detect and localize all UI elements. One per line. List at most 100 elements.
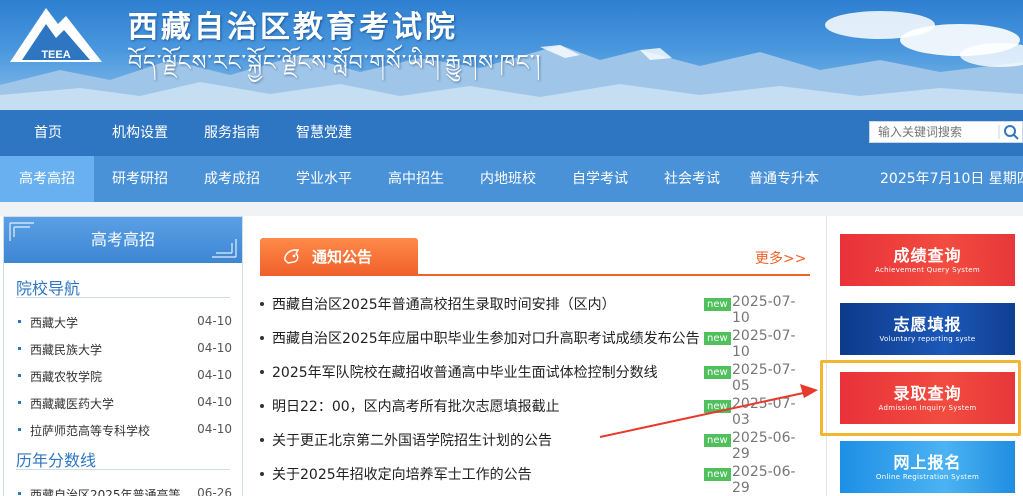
tab-upgrade-bachelor[interactable]: 普通专升本 <box>738 156 830 202</box>
school-name: 拉萨师范高等专科学校 <box>30 424 151 438</box>
notice-title: 通知公告 <box>312 248 373 266</box>
bullet-icon <box>260 438 264 442</box>
news-title: 关于更正北京第二外国语学院招生计划的公告 <box>272 433 552 449</box>
page: TEEA 西藏自治区教育考试院 བོད་ལྗོངས་རང་སྐྱོང་ལྗོངས… <box>0 0 1023 496</box>
sidebar-title: 高考高招 <box>90 230 155 249</box>
bullet-icon <box>18 492 21 495</box>
new-badge: new <box>704 366 731 379</box>
bullet-icon <box>18 428 21 431</box>
more-link[interactable]: 更多>> <box>755 248 806 268</box>
school-name: 西藏农牧学院 <box>30 370 103 384</box>
news-date: 2025-07-03 <box>732 396 796 428</box>
item-date: 04-10 <box>197 368 232 382</box>
tab-academic-level[interactable]: 学业水平 <box>278 156 370 202</box>
nav-party-building[interactable]: 智慧党建 <box>296 110 352 156</box>
new-badge: new <box>704 298 731 311</box>
new-badge: new <box>704 434 731 447</box>
section-score-lines: 历年分数线 <box>16 451 97 470</box>
new-badge: new <box>704 468 731 481</box>
news-item[interactable]: 明日22：00，区内高考所有批次志愿填报截止 new 2025-07-03 <box>260 394 812 428</box>
content-separator <box>0 202 1023 216</box>
item-date: 04-10 <box>197 341 232 355</box>
tab-gaokao[interactable]: 高考高招 <box>0 156 94 202</box>
news-date: 2025-07-10 <box>732 294 796 326</box>
left-sidebar: 高考高招 院校导航 西藏大学 04-10 西藏民族大学 04-10 西藏农牧学院… <box>3 216 243 496</box>
logo-mountain-icon: TEEA <box>10 8 102 62</box>
tab-self-study-exam[interactable]: 自学考试 <box>554 156 646 202</box>
bullet-icon <box>260 370 264 374</box>
news-item[interactable]: 关于更正北京第二外国语学院招生计划的公告 new 2025-06-29 <box>260 428 812 462</box>
news-item[interactable]: 2025年军队院校在藏招收普通高中毕业生面试体检控制分数线 new 2025-0… <box>260 360 812 394</box>
quicklink-subtitle: Online Registration System <box>875 473 980 481</box>
teea-logo[interactable]: TEEA <box>6 2 106 68</box>
score-item-title: 西藏自治区2025年普通高等... <box>30 488 190 496</box>
new-badge: new <box>704 400 731 413</box>
bullet-icon <box>18 401 21 404</box>
news-item[interactable]: 西藏自治区2025年应届中职毕业生参加对口升高职考试成绩发布公告 new 202… <box>260 326 812 360</box>
list-item[interactable]: 西藏农牧学院 04-10 <box>16 363 232 389</box>
site-subtitle-tibetan: བོད་ལྗོངས་རང་སྐྱོང་ལྗོངས་སློབ་གསོ་ཡིག་རྒ… <box>128 51 542 76</box>
bullet-icon <box>260 404 264 408</box>
tab-social-exam[interactable]: 社会考试 <box>646 156 738 202</box>
section-divider <box>16 469 230 470</box>
bullet-icon <box>260 336 264 340</box>
news-title: 西藏自治区2025年普通高校招生录取时间安排（区内） <box>272 297 616 313</box>
notice-underline <box>260 274 810 276</box>
search-box <box>869 121 1023 143</box>
quicklink-title: 成绩查询 <box>893 246 962 265</box>
list-item[interactable]: 西藏大学 04-10 <box>16 309 232 335</box>
bullet-icon <box>18 320 21 323</box>
news-date: 2025-07-10 <box>732 328 796 360</box>
school-name: 西藏大学 <box>30 316 79 330</box>
bullet-icon <box>260 302 264 306</box>
news-title: 2025年军队院校在藏招收普通高中毕业生面试体检控制分数线 <box>272 365 658 381</box>
news-date: 2025-06-29 <box>732 430 796 462</box>
sidebar-header: 高考高招 <box>4 217 242 263</box>
item-date: 04-10 <box>197 314 232 328</box>
logo-text: TEEA <box>41 49 70 61</box>
quicklink-title: 志愿填报 <box>893 315 962 334</box>
item-date: 06-26 <box>197 486 232 496</box>
notice-tab[interactable]: 通知公告 <box>260 238 418 276</box>
category-navigation: 高考高招 研考研招 成考成招 学业水平 高中招生 内地班校 自学考试 社会考试 … <box>0 156 1023 202</box>
list-item[interactable]: 西藏自治区2025年普通高等... 06-26 <box>16 481 232 496</box>
school-name: 西藏民族大学 <box>30 343 103 357</box>
tab-inland-classes[interactable]: 内地班校 <box>462 156 554 202</box>
section-divider <box>16 297 230 298</box>
news-date: 2025-07-05 <box>732 362 796 394</box>
bullet-icon <box>260 472 264 476</box>
new-badge: new <box>704 332 731 345</box>
list-item[interactable]: 西藏民族大学 04-10 <box>16 336 232 362</box>
volunteer-filling-button[interactable]: 志愿填报 Voluntary reporting syste <box>840 303 1015 355</box>
quicklink-title: 网上报名 <box>893 453 962 472</box>
list-item[interactable]: 西藏藏医药大学 04-10 <box>16 390 232 416</box>
news-date: 2025-06-29 <box>732 464 796 496</box>
tab-adult-exam[interactable]: 成考成招 <box>186 156 278 202</box>
tab-high-school-admission[interactable]: 高中招生 <box>370 156 462 202</box>
bullet-icon <box>18 347 21 350</box>
item-date: 04-10 <box>197 395 232 409</box>
header-banner: TEEA 西藏自治区教育考试院 བོད་ལྗོངས་རང་སྐྱོང་ལྗོངས… <box>0 0 1023 110</box>
news-item[interactable]: 关于2025年招收定向培养军士工作的公告 new 2025-06-29 <box>260 462 812 496</box>
bullet-icon <box>18 374 21 377</box>
nav-organization[interactable]: 机构设置 <box>112 110 168 156</box>
nav-home[interactable]: 首页 <box>34 110 62 156</box>
score-query-button[interactable]: 成绩查询 Achievement Query System <box>840 234 1015 286</box>
online-registration-button[interactable]: 网上报名 Online Registration System <box>840 441 1015 493</box>
megaphone-icon <box>284 249 300 264</box>
quicklink-subtitle: Voluntary reporting syste <box>879 335 976 343</box>
highlight-box <box>820 360 1021 436</box>
section-school-navigation: 院校导航 <box>16 279 81 298</box>
news-item[interactable]: 西藏自治区2025年普通高校招生录取时间安排（区内） new 2025-07-1… <box>260 292 812 326</box>
quicklink-subtitle: Achievement Query System <box>875 266 980 274</box>
nav-service-guide[interactable]: 服务指南 <box>204 110 260 156</box>
item-date: 04-10 <box>197 422 232 436</box>
news-title: 西藏自治区2025年应届中职毕业生参加对口升高职考试成绩发布公告 <box>272 331 700 347</box>
column-divider <box>826 216 827 496</box>
search-input[interactable] <box>870 122 996 142</box>
list-item[interactable]: 拉萨师范高等专科学校 04-10 <box>16 417 232 443</box>
school-name: 西藏藏医药大学 <box>30 397 115 411</box>
search-icon[interactable] <box>998 123 1022 141</box>
tab-graduate-exam[interactable]: 研考研招 <box>94 156 186 202</box>
news-title: 关于2025年招收定向培养军士工作的公告 <box>272 467 532 483</box>
